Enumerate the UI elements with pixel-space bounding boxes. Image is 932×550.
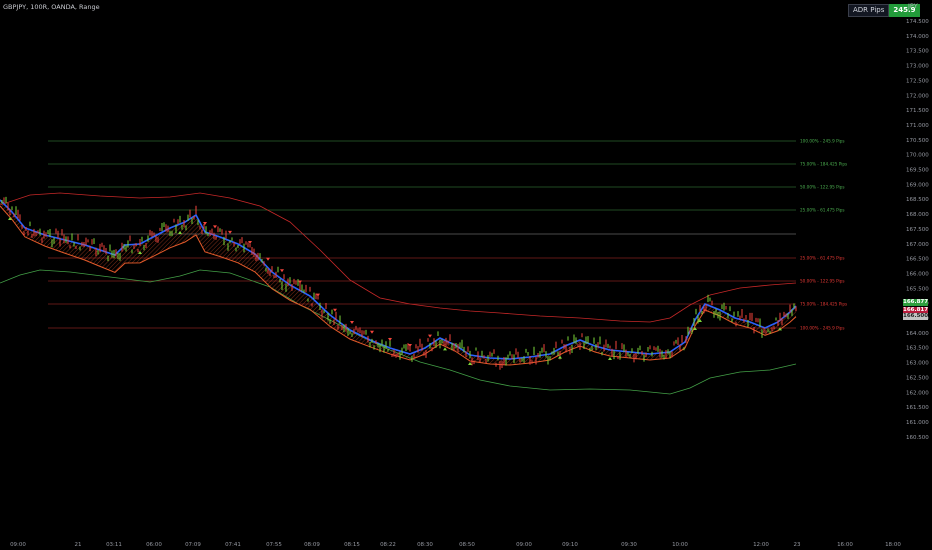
adr-level-label: 100.00% - 245.9 Pips [800, 326, 845, 331]
time-axis-label: 08:15 [344, 542, 360, 548]
price-axis-label: 172.500 [906, 78, 929, 84]
sell-signal-marker [388, 338, 392, 341]
price-axis-label: 168.000 [906, 212, 929, 218]
signal-markers [8, 217, 782, 365]
price-axis-label: 160.500 [906, 435, 929, 441]
price-axis-label: 167.500 [906, 227, 929, 233]
price-axis-label: 169.000 [906, 182, 929, 188]
last-price-tag: 166.877 [903, 299, 929, 306]
buy-signal-marker [443, 347, 447, 351]
time-axis-label: 08:09 [304, 542, 320, 548]
sell-signal-marker [428, 334, 432, 338]
adr-level-label: 50.00% - 122.95 Pips [800, 185, 845, 190]
price-axis-label: 171.000 [906, 123, 929, 129]
sell-signal-marker [248, 241, 252, 245]
adr-level-label: 75.00% - 184.425 Pips [800, 162, 847, 167]
ma-cloud [0, 199, 797, 366]
adr-level-label: 75.00% - 184.425 Pips [800, 302, 847, 307]
lower-envelope-line [0, 269, 797, 395]
time-axis-label: 07:09 [185, 542, 201, 548]
price-axis-label: 166.500 [906, 257, 929, 263]
sell-signal-marker [298, 280, 302, 284]
envelope-bands [0, 192, 797, 395]
price-axis-label: 170.000 [906, 153, 929, 159]
price-axis-label: 165.500 [906, 286, 929, 292]
price-axis-label: 170.500 [906, 138, 929, 144]
price-axis-label: 163.500 [906, 346, 929, 352]
price-axis-label: 173.000 [906, 64, 929, 70]
price-axis-label: 172.000 [906, 93, 929, 99]
time-axis-label: 09:00 [10, 542, 26, 548]
time-axis-label: 09:00 [516, 542, 532, 548]
time-axis-label: 07:55 [266, 542, 282, 548]
time-axis-label: 06:00 [146, 542, 162, 548]
time-axis-label: 07:41 [225, 542, 241, 548]
fast-ma-line [0, 199, 797, 360]
price-axis-label: 161.500 [906, 405, 929, 411]
time-axis-label: 08:22 [380, 542, 396, 548]
adr-level-label: 25.00% - 61.475 Pips [800, 208, 845, 213]
time-axis-label: 03:11 [106, 542, 122, 548]
time-axis-label: 12:00 [753, 542, 769, 548]
symbol-title[interactable]: GBPJPY, 100R, OANDA, Range [3, 3, 100, 11]
price-axis-label: 164.000 [906, 331, 929, 337]
time-axis-label: 08:30 [417, 542, 433, 548]
time-axis-label: 08:50 [459, 542, 475, 548]
time-axis-label: 16:00 [837, 542, 853, 548]
sell-signal-marker [408, 344, 412, 347]
slow-ma-line [0, 205, 797, 366]
sell-signal-marker [228, 230, 232, 234]
price-axis-label: 163.000 [906, 361, 929, 367]
time-axis-label: 09:30 [621, 542, 637, 548]
price-axis-label: 171.500 [906, 108, 929, 114]
price-axis-label: 168.500 [906, 197, 929, 203]
buy-signal-marker [558, 355, 562, 359]
adr-level-label: 25.00% - 61.475 Pips [800, 256, 845, 261]
price-axis-label: 167.000 [906, 242, 929, 248]
currency-label: JPY [908, 2, 918, 10]
time-axis-label: 10:00 [672, 542, 688, 548]
level-price-tag: 166.500 [903, 313, 929, 320]
time-axis-label: 21 [75, 542, 82, 548]
price-axis-label: 173.500 [906, 49, 929, 55]
buy-signal-marker [608, 357, 612, 360]
sell-signal-marker [213, 225, 217, 229]
time-axis-label: 18:00 [885, 542, 901, 548]
adr-level-label: 100.00% - 245.9 Pips [800, 139, 845, 144]
sell-signal-marker [333, 308, 337, 312]
price-axis-label: 169.500 [906, 168, 929, 174]
price-chart[interactable]: 100.00% - 245.9 Pips 75.00% - 184.425 Pip… [0, 0, 932, 550]
price-axis-label: 174.000 [906, 34, 929, 40]
adr-level-label: 50.00% - 122.95 Pips [800, 279, 845, 284]
price-axis-label: 162.500 [906, 375, 929, 381]
sell-signal-marker [316, 293, 320, 297]
price-axis-label: 166.000 [906, 271, 929, 277]
time-axis[interactable]: 09:00 21 03:11 06:00 07:09 07:41 07:55 08:09 08:… [10, 542, 901, 548]
buy-signal-marker [468, 362, 472, 365]
adr-pips-label: ADR Pips [848, 4, 890, 17]
price-axis-label: 161.000 [906, 420, 929, 426]
time-axis-label: 09:10 [562, 542, 578, 548]
range-bars [1, 196, 797, 370]
sell-signal-marker [266, 257, 270, 261]
price-axis-label: 162.000 [906, 390, 929, 396]
time-axis-label: 23 [794, 542, 801, 548]
sell-signal-marker [280, 269, 284, 273]
sell-signal-marker [350, 321, 354, 324]
price-axis[interactable]: 174.500 174.000 173.500 173.000 172.500 172.0… [906, 19, 929, 441]
sell-signal-marker [370, 330, 374, 334]
price-axis-label: 174.500 [906, 19, 929, 25]
ma-cloud-fill [0, 199, 796, 365]
